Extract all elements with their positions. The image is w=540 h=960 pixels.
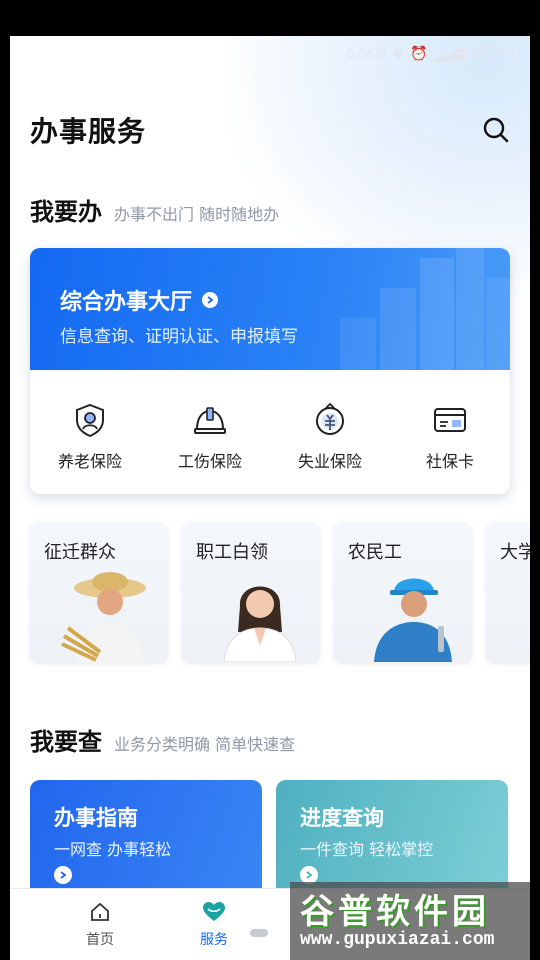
tab-home[interactable]: 首页 [60, 901, 140, 949]
group-card-label: 农民工 [348, 542, 402, 563]
status-bar: 0.0K/s ✱ ⏰ ▂▄▆ 4G 24 [347, 44, 520, 62]
do-section-subtitle: 办事不出门 随时随地办 [114, 205, 280, 224]
hardhat-icon [194, 407, 226, 434]
service-social-card-label: 社保卡 [425, 452, 474, 471]
battery-icon: 24 [495, 46, 520, 60]
signal-type: 4G [471, 45, 490, 61]
app-screen: 0.0K/s ✱ ⏰ ▂▄▆ 4G 24 办事服务 我要办 办事不出门 随时随地… [10, 36, 530, 960]
search-icon[interactable] [482, 116, 510, 144]
net-speed: 0.0K/s [346, 45, 387, 61]
query-section-title: 我要查 [30, 728, 102, 756]
service-injury-label: 工伤保险 [177, 452, 242, 471]
guide-card[interactable]: 办事指南 一网查 办事轻松 [30, 780, 262, 900]
chevron-right-icon [202, 292, 219, 308]
unemployment-badge-icon [316, 402, 344, 435]
office-worker-illustration [223, 586, 297, 662]
group-card-migrant-worker[interactable]: 农民工 [334, 522, 472, 662]
progress-card-title: 进度查询 [300, 806, 384, 830]
farmer-illustration [61, 572, 146, 662]
service-hall-banner[interactable]: 综合办事大厅 信息查询、证明认证、申报填写 [30, 248, 510, 370]
group-card-label: 征迁群众 [44, 542, 116, 563]
watermark-url: www.gupuxiazai.com [300, 930, 495, 950]
service-hall-subtitle: 信息查询、证明认证、申报填写 [60, 327, 298, 347]
pension-shield-icon [76, 403, 104, 438]
guide-card-subtitle: 一网查 办事轻松 [54, 840, 172, 859]
guide-card-title: 办事指南 [54, 806, 138, 830]
query-section-heading: 我要查 业务分类明确 简单快速查 [30, 722, 295, 757]
progress-card-subtitle: 一件查询 轻松掌控 [300, 840, 434, 859]
home-icon [91, 902, 109, 921]
service-hall-title: 综合办事大厅 [60, 284, 219, 316]
heart-icon [203, 902, 225, 921]
alarm-icon: ⏰ [410, 44, 428, 61]
top-black-bar [0, 0, 540, 36]
service-unemployment[interactable]: 失业保险 [275, 402, 385, 472]
tab-services[interactable]: 服务 [174, 901, 254, 949]
user-group-carousel: 征迁群众 职工白领 农民工 大学 [30, 522, 530, 662]
signal-icon: ▂▄▆ [433, 44, 466, 61]
social-security-card-icon [434, 408, 466, 432]
query-section-subtitle: 业务分类明确 简单快速查 [114, 735, 296, 754]
do-section-title: 我要办 [30, 198, 102, 226]
group-card-office[interactable]: 职工白领 [182, 522, 320, 662]
worker-illustration [374, 578, 452, 662]
insurance-services: 养老保险 工伤保险 失业保险 社保卡 [30, 370, 510, 472]
group-card-label: 大学 [500, 542, 530, 563]
service-hall-card: 综合办事大厅 信息查询、证明认证、申报填写 养老保险 工伤保险 失业保险 社保卡 [30, 248, 510, 494]
tab-home-label: 首页 [86, 932, 114, 948]
right-black-bar [530, 36, 540, 960]
service-unemployment-label: 失业保险 [297, 452, 362, 471]
page-title: 办事服务 [30, 115, 147, 148]
buildings-illustration [340, 248, 510, 370]
service-social-card[interactable]: 社保卡 [395, 402, 505, 472]
group-card-label: 职工白领 [196, 542, 268, 563]
watermark-title: 谷普软件园 [300, 892, 490, 932]
service-pension[interactable]: 养老保险 [35, 402, 145, 472]
watermark: 谷普软件园 www.gupuxiazai.com [290, 882, 530, 960]
service-hall-title-text: 综合办事大厅 [60, 290, 193, 315]
bluetooth-icon: ✱ [392, 44, 405, 61]
service-pension-label: 养老保险 [57, 452, 122, 471]
group-card-relocated[interactable]: 征迁群众 [30, 522, 168, 662]
group-card-college[interactable]: 大学 [486, 522, 530, 662]
service-injury[interactable]: 工伤保险 [155, 402, 265, 472]
tab-services-label: 服务 [200, 932, 228, 948]
do-section-heading: 我要办 办事不出门 随时随地办 [30, 192, 279, 227]
page-indicator [250, 929, 268, 937]
chevron-right-icon [54, 866, 72, 884]
